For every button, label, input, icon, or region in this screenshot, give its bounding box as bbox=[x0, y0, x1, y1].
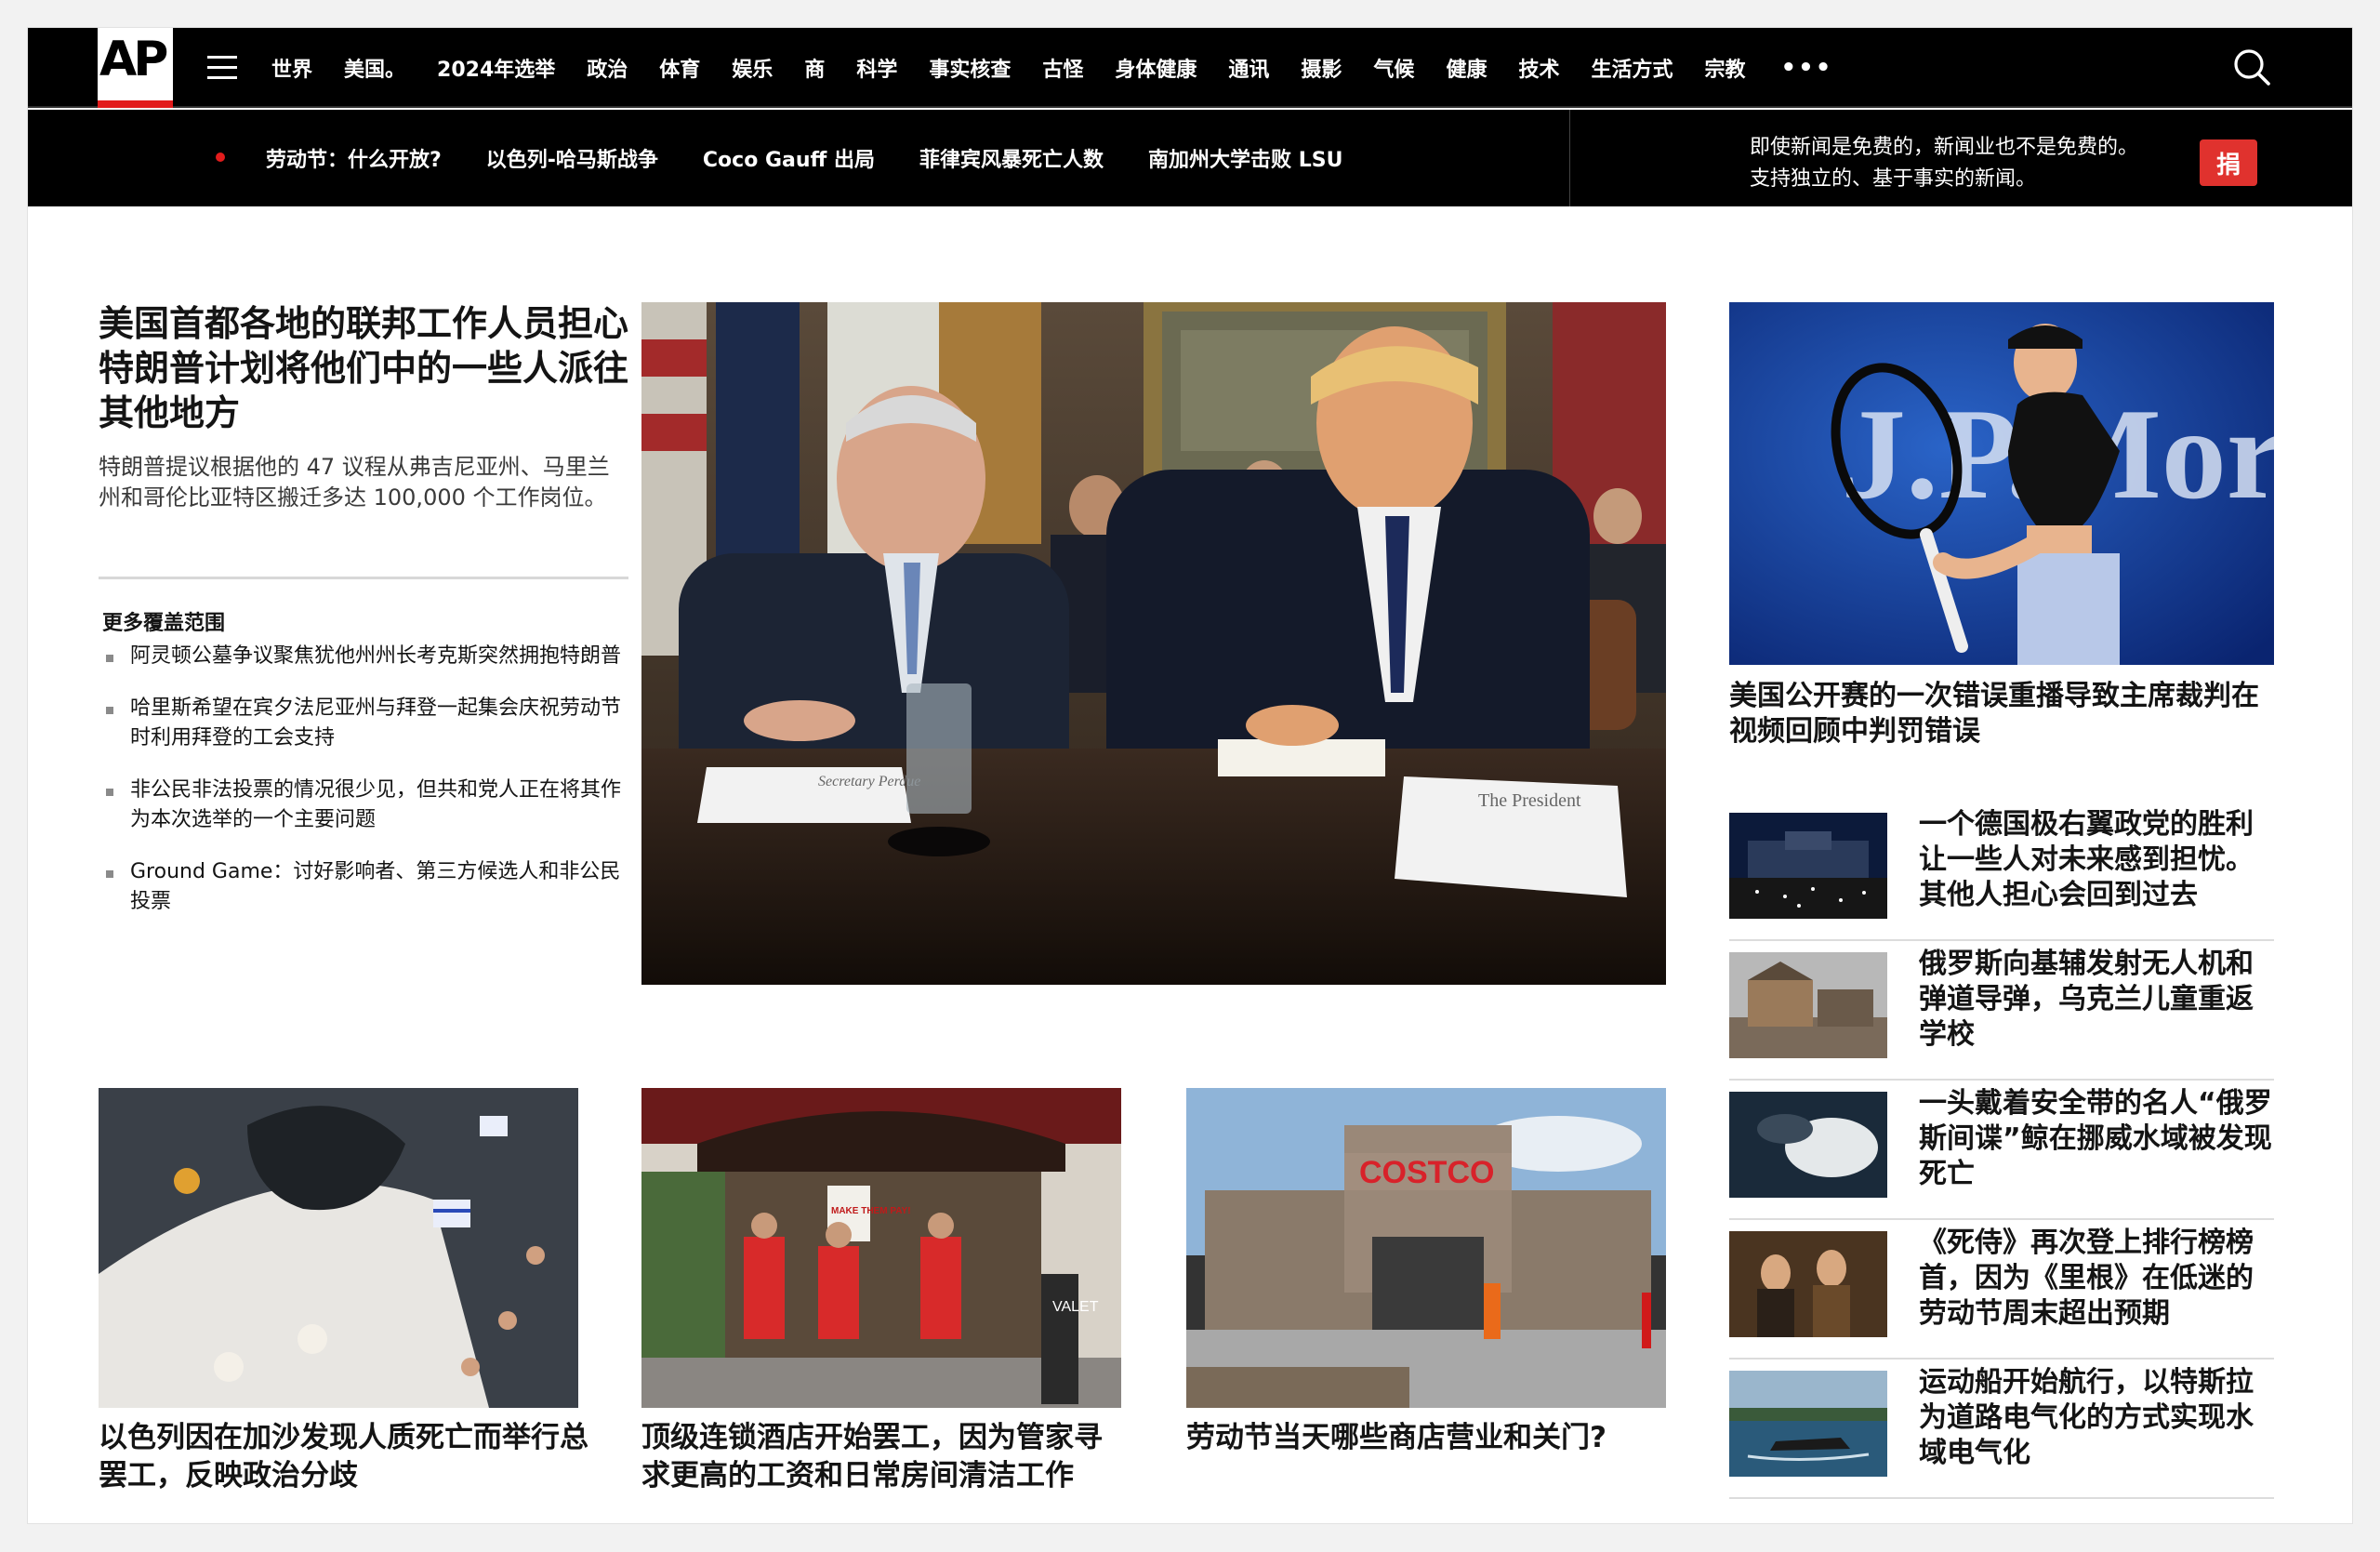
nav-item-photography[interactable]: 摄影 bbox=[1301, 53, 1342, 83]
rail-headline: 运动船开始航行，以特斯拉为道路电气化的方式实现水域电气化 bbox=[1919, 1366, 2254, 1469]
nav-item-world[interactable]: 世界 bbox=[271, 53, 312, 83]
trending-link-labor-day[interactable]: 劳动节：什么开放? bbox=[266, 143, 442, 173]
bullet-icon bbox=[106, 707, 113, 714]
rail-thumbnail bbox=[1729, 813, 1887, 919]
rail-story[interactable]: 俄罗斯向基辅发射无人机和弹道导弹，乌克兰儿童重返学校 bbox=[1729, 941, 2274, 1081]
trending-links: 劳动节：什么开放? 以色列-哈马斯战争 Coco Gauff 出局 菲律宾风暴死… bbox=[266, 110, 1387, 206]
feature-headline[interactable]: 美国公开赛的一次错误重播导致主席裁判在视频回顾中判罚错误 bbox=[1729, 679, 2274, 749]
rail-headline: 一头戴着安全带的名人“俄罗斯间谍”鲸在挪威水域被发现死亡 bbox=[1919, 1087, 2272, 1190]
nav-item-religion[interactable]: 宗教 bbox=[1704, 53, 1745, 83]
story-headline[interactable]: 劳动节当天哪些商店营业和关门? bbox=[1186, 1419, 1675, 1457]
rail-story[interactable]: 一头戴着安全带的名人“俄罗斯间谍”鲸在挪威水域被发现死亡 bbox=[1729, 1081, 2274, 1220]
story-photo-hotel-strike[interactable]: VALET MAKE THEM PAY! bbox=[641, 1088, 1121, 1408]
trending-link-usc-lsu[interactable]: 南加州大学击败 LSU bbox=[1148, 143, 1342, 173]
nav-item-sports[interactable]: 体育 bbox=[659, 53, 700, 83]
nav-item-lifestyle[interactable]: 生活方式 bbox=[1591, 53, 1673, 83]
donate-button[interactable]: 捐 bbox=[2200, 139, 2257, 186]
donate-line-1: 即使新闻是免费的，新闻业也不是免费的。 bbox=[1750, 136, 2139, 159]
bullet-icon bbox=[106, 789, 113, 796]
live-dot bbox=[216, 153, 225, 162]
lead-summary: 特朗普提议根据他的 47 议程从弗吉尼亚州、马里兰州和哥伦比亚特区搬迁多达 10… bbox=[99, 454, 610, 511]
story-photo-costco[interactable]: COSTCO bbox=[1186, 1088, 1666, 1408]
rail-headline: 俄罗斯向基辅发射无人机和弹道导弹，乌克兰儿童重返学校 bbox=[1919, 948, 2254, 1051]
rail-thumbnail bbox=[1729, 1371, 1887, 1477]
logo-red-bar bbox=[98, 100, 173, 108]
section-nav: 世界 美国。 2024年选举 政治 体育 娱乐 商 科学 事实核查 古怪 身体健… bbox=[271, 28, 1832, 108]
more-coverage-item[interactable]: 阿灵顿公墓争议聚焦犹他州州长考克斯突然拥抱特朗普 bbox=[102, 642, 632, 671]
more-coverage-title: 更多覆盖范围 bbox=[102, 612, 226, 635]
nav-item-newsletters[interactable]: 通讯 bbox=[1228, 53, 1269, 83]
story-headline[interactable]: 顶级连锁酒店开始罢工，因为管家寻求更高的工资和日常房间清洁工作 bbox=[641, 1419, 1130, 1495]
lead-headline[interactable]: 美国首都各地的联邦工作人员担心特朗普计划将他们中的一些人派往其他地方 bbox=[99, 301, 628, 435]
store-sign-text: COSTCO bbox=[1359, 1155, 1494, 1190]
top-navigation: AP 世界 美国。 2024年选举 政治 体育 娱乐 商 科学 事实核查 古怪 … bbox=[28, 28, 2352, 108]
trending-link-israel-hamas[interactable]: 以色列-哈马斯战争 bbox=[486, 143, 658, 173]
rail-headline: 一个德国极右翼政党的胜利让一些人对未来感到担忧。其他人担心会回到过去 bbox=[1919, 808, 2254, 911]
hamburger-menu-icon[interactable] bbox=[207, 56, 237, 80]
more-coverage-list: 阿灵顿公墓争议聚焦犹他州州长考克斯突然拥抱特朗普 哈里斯希望在宾夕法尼亚州与拜登… bbox=[102, 642, 632, 939]
nav-item-fitness[interactable]: 身体健康 bbox=[1115, 53, 1197, 83]
trending-link-philippines-storm[interactable]: 菲律宾风暴死亡人数 bbox=[919, 143, 1104, 173]
feature-photo[interactable]: J.P.Mor bbox=[1729, 302, 2274, 665]
nav-item-technology[interactable]: 技术 bbox=[1518, 53, 1559, 83]
story-photo-israel[interactable] bbox=[99, 1088, 578, 1408]
search-icon[interactable] bbox=[2229, 45, 2274, 89]
rail-thumbnail bbox=[1729, 1231, 1887, 1337]
more-coverage-item[interactable]: 非公民非法投票的情况很少见，但共和党人正在将其作为本次选举的一个主要问题 bbox=[102, 776, 632, 835]
lead-photo[interactable]: Secretary Perdue The President bbox=[641, 302, 1666, 985]
rail-story[interactable]: 运动船开始航行，以特斯拉为道路电气化的方式实现水域电气化 bbox=[1729, 1360, 2274, 1499]
valet-sign-text: VALET bbox=[1052, 1299, 1099, 1315]
nav-item-climate[interactable]: 气候 bbox=[1373, 53, 1414, 83]
nav-item-business[interactable]: 商 bbox=[804, 53, 825, 83]
trending-divider bbox=[1569, 110, 1570, 206]
trending-bar: 劳动节：什么开放? 以色列-哈马斯战争 Coco Gauff 出局 菲律宾风暴死… bbox=[28, 110, 2352, 206]
ap-logo[interactable]: AP bbox=[98, 28, 173, 108]
rail-headline: 《死侍》再次登上排行榜榜首，因为《里根》在低迷的劳动节周末超出预期 bbox=[1919, 1227, 2254, 1330]
divider bbox=[99, 577, 628, 579]
nav-item-election[interactable]: 2024年选举 bbox=[437, 53, 555, 83]
nav-item-us[interactable]: 美国。 bbox=[344, 53, 405, 83]
bullet-icon bbox=[106, 655, 113, 662]
donate-line-2: 支持独立的、基于事实的新闻。 bbox=[1750, 167, 2037, 191]
logo-text: AP bbox=[99, 32, 168, 87]
more-coverage-item[interactable]: 哈里斯希望在宾夕法尼亚州与拜登一起集会庆祝劳动节时利用拜登的工会支持 bbox=[102, 694, 632, 753]
trending-link-coco-gauff[interactable]: Coco Gauff 出局 bbox=[703, 143, 875, 173]
nav-item-fact-check[interactable]: 事实核查 bbox=[929, 53, 1011, 83]
name-plate-text: The President bbox=[1478, 790, 1581, 811]
nav-item-politics[interactable]: 政治 bbox=[587, 53, 628, 83]
nav-item-science[interactable]: 科学 bbox=[856, 53, 897, 83]
rail-story[interactable]: 《死侍》再次登上排行榜榜首，因为《里根》在低迷的劳动节周末超出预期 bbox=[1729, 1220, 2274, 1360]
rail-story[interactable]: 一个德国极右翼政党的胜利让一些人对未来感到担忧。其他人担心会回到过去 bbox=[1729, 802, 2274, 941]
story-headline[interactable]: 以色列因在加沙发现人质死亡而举行总罢工，反映政治分歧 bbox=[99, 1419, 591, 1495]
protest-sign-text: MAKE THEM PAY! bbox=[831, 1206, 911, 1216]
more-coverage-item[interactable]: Ground Game：讨好影响者、第三方候选人和非公民投票 bbox=[102, 857, 632, 917]
name-plate-text: Secretary Perdue bbox=[818, 774, 920, 789]
rail-thumbnail bbox=[1729, 952, 1887, 1058]
more-dots-icon[interactable]: ••• bbox=[1781, 54, 1833, 82]
nav-item-entertainment[interactable]: 娱乐 bbox=[732, 53, 773, 83]
rail-thumbnail bbox=[1729, 1092, 1887, 1198]
donate-message: 即使新闻是免费的，新闻业也不是免费的。 支持独立的、基于事实的新闻。 bbox=[1750, 132, 2196, 195]
bullet-icon bbox=[106, 870, 113, 878]
nav-item-oddities[interactable]: 古怪 bbox=[1042, 53, 1083, 83]
browser-page: AP 世界 美国。 2024年选举 政治 体育 娱乐 商 科学 事实核查 古怪 … bbox=[28, 28, 2352, 1523]
nav-item-health[interactable]: 健康 bbox=[1446, 53, 1487, 83]
